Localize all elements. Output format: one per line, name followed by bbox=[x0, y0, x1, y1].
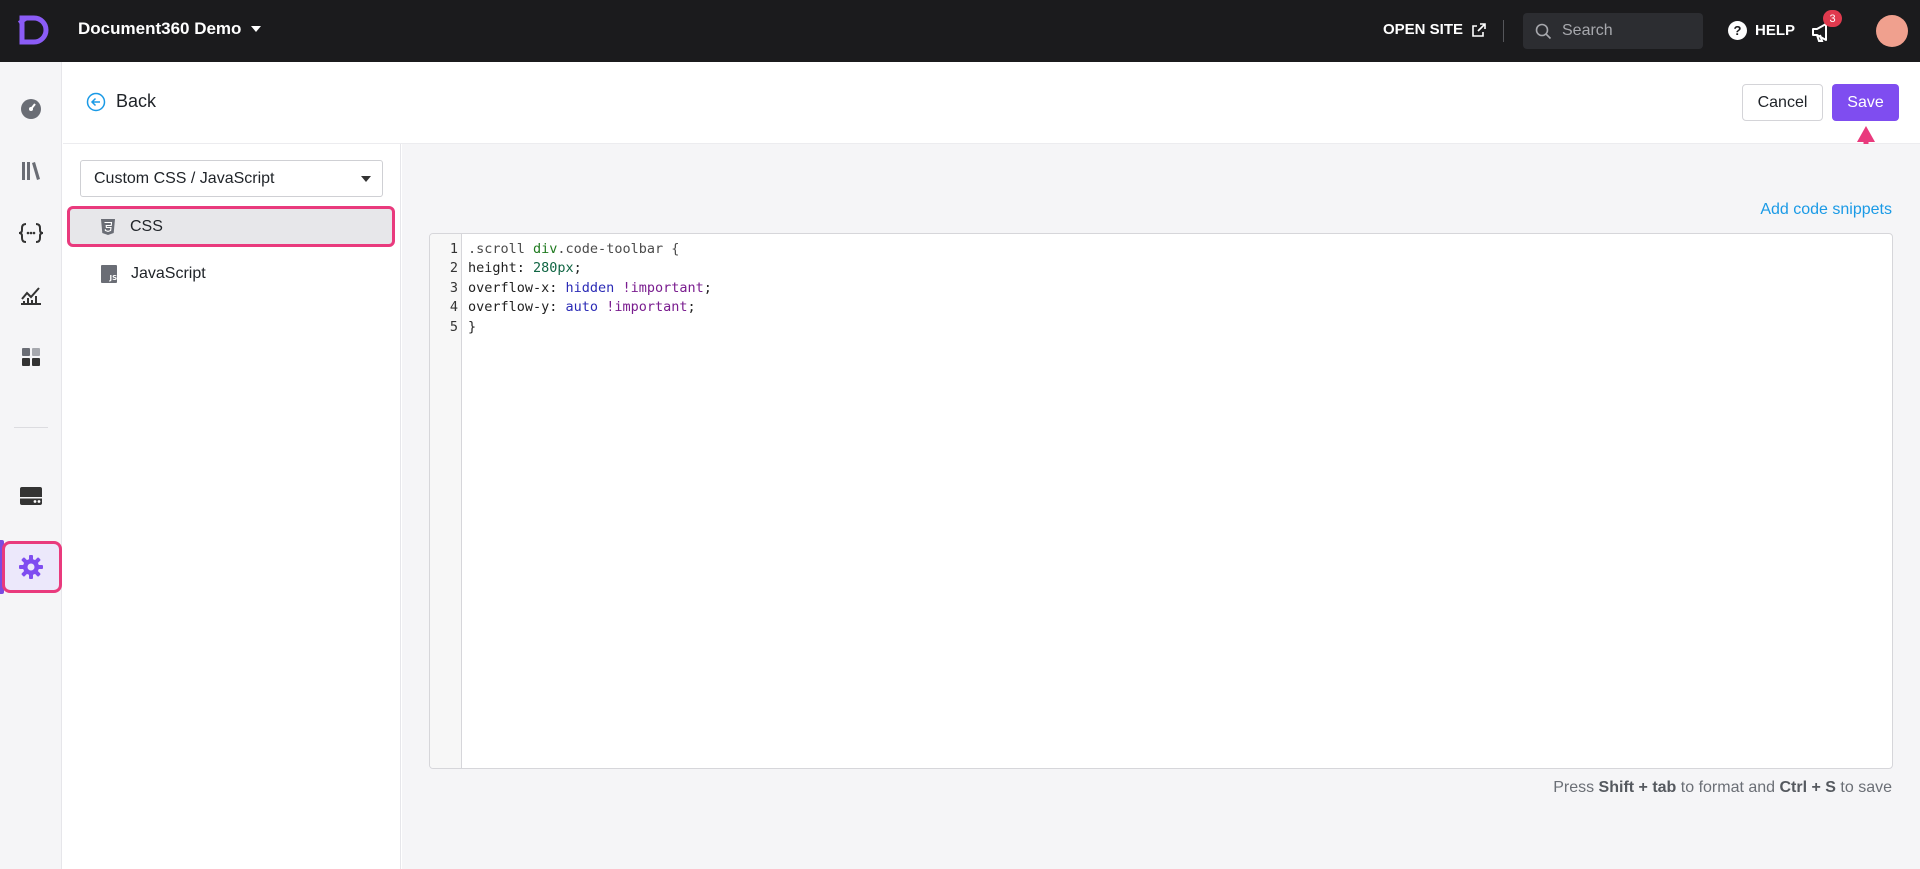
settings-subnav: Custom CSS / JavaScript CSS JS JavaScrip… bbox=[63, 144, 401, 869]
line-number: 3 bbox=[449, 279, 458, 296]
search-icon bbox=[1535, 23, 1552, 39]
subnav-item-css[interactable]: CSS bbox=[67, 206, 395, 247]
line-number: 2 bbox=[449, 260, 458, 276]
code-token: 280px bbox=[533, 260, 574, 276]
code-token: .code-toolbar { bbox=[557, 240, 680, 257]
svg-text:JS: JS bbox=[109, 274, 118, 282]
back-arrow-icon bbox=[86, 92, 106, 111]
rail-item-documentation[interactable] bbox=[11, 151, 51, 191]
left-rail bbox=[0, 62, 62, 869]
rail-item-api-docs[interactable] bbox=[11, 213, 51, 253]
line-number: 4 bbox=[449, 299, 458, 315]
cancel-button[interactable]: Cancel bbox=[1742, 84, 1823, 121]
project-switcher[interactable]: Document360 Demo bbox=[78, 19, 262, 39]
open-site-label: OPEN SITE bbox=[1383, 21, 1464, 38]
help-button[interactable]: ? HELP bbox=[1728, 21, 1795, 40]
rail-item-dashboard[interactable] bbox=[11, 89, 51, 129]
project-name: Document360 Demo bbox=[78, 19, 242, 38]
section-dropdown[interactable]: Custom CSS / JavaScript bbox=[80, 160, 383, 197]
code-line[interactable]: 5} bbox=[430, 315, 1890, 338]
code-token: hidden bbox=[565, 279, 615, 296]
hint-save-shortcut: Ctrl + S bbox=[1779, 779, 1836, 796]
subnav-item-javascript[interactable]: JS JavaScript bbox=[70, 255, 392, 293]
line-number: 1 bbox=[449, 240, 458, 257]
code-token: div bbox=[533, 240, 558, 257]
code-token: .scroll bbox=[468, 240, 534, 257]
open-site-link[interactable]: OPEN SITE bbox=[1383, 21, 1487, 38]
code-token: } bbox=[468, 318, 477, 335]
code-token: overflow-y: bbox=[468, 299, 566, 315]
code-token: ; bbox=[703, 279, 712, 296]
rail-divider bbox=[14, 427, 48, 428]
back-label: Back bbox=[116, 91, 157, 111]
search-box[interactable] bbox=[1523, 13, 1703, 49]
rail-item-drive[interactable] bbox=[11, 476, 51, 516]
code-editor[interactable]: 1 .scroll div.code-toolbar { 2 height: 280p… bbox=[429, 233, 1893, 769]
top-bar: Document360 Demo OPEN SITE ? HELP 3 bbox=[0, 0, 1920, 62]
chevron-down-icon bbox=[361, 176, 371, 182]
notification-badge: 3 bbox=[1823, 10, 1842, 27]
divider bbox=[1503, 20, 1504, 42]
subnav-item-label: JavaScript bbox=[131, 265, 206, 282]
dashboard-icon bbox=[21, 99, 41, 119]
hint-format-shortcut: Shift + tab bbox=[1598, 779, 1677, 796]
document360-logo-icon[interactable] bbox=[16, 14, 50, 48]
js-file-icon: JS bbox=[101, 265, 117, 283]
api-docs-icon bbox=[18, 223, 44, 243]
line-number: 5 bbox=[449, 318, 458, 335]
avatar[interactable] bbox=[1876, 15, 1908, 47]
analytics-icon bbox=[21, 287, 41, 305]
add-code-snippets-link[interactable]: Add code snippets bbox=[1760, 201, 1892, 219]
hint-middle: to format and bbox=[1676, 779, 1780, 796]
code-text: } bbox=[468, 319, 476, 335]
chevron-down-icon bbox=[251, 26, 262, 32]
hint-prefix: Press bbox=[1553, 779, 1599, 796]
rail-item-settings-icon-wrap[interactable] bbox=[11, 547, 51, 587]
external-link-icon bbox=[1472, 22, 1486, 37]
drive-icon bbox=[20, 487, 42, 505]
hint-suffix: to save bbox=[1835, 779, 1892, 796]
code-token: ; bbox=[687, 299, 696, 315]
main-content: Add code snippets 1 .scroll div.code-tool… bbox=[402, 144, 1920, 869]
help-icon: ? bbox=[1728, 21, 1747, 40]
css3-icon bbox=[101, 218, 115, 235]
code-text: overflow-x: hidden !important; bbox=[468, 280, 712, 296]
back-link[interactable]: Back bbox=[86, 91, 156, 112]
page-header: Back Cancel Save bbox=[63, 62, 1920, 144]
code-token: !important bbox=[606, 299, 688, 315]
save-button[interactable]: Save bbox=[1832, 84, 1899, 121]
section-dropdown-value: Custom CSS / JavaScript bbox=[94, 169, 275, 187]
code-text: .scroll div.code-toolbar { bbox=[468, 241, 679, 257]
documentation-icon bbox=[22, 162, 40, 180]
rail-item-analytics[interactable] bbox=[11, 275, 51, 315]
help-label: HELP bbox=[1755, 22, 1796, 39]
apps-icon bbox=[22, 348, 40, 366]
code-token: auto bbox=[565, 299, 599, 315]
keyboard-hint: Press Shift + tab to format and Ctrl + S… bbox=[1553, 779, 1892, 797]
code-token: height: bbox=[468, 260, 534, 276]
code-token: !important bbox=[622, 279, 704, 296]
code-token: overflow-x: bbox=[468, 279, 566, 296]
code-text: overflow-y: auto !important; bbox=[468, 299, 696, 315]
subnav-item-label: CSS bbox=[130, 217, 163, 235]
code-text: height: 280px; bbox=[468, 260, 582, 276]
search-input[interactable] bbox=[1562, 22, 1682, 40]
code-token: ; bbox=[573, 260, 582, 276]
settings-icon bbox=[19, 555, 43, 579]
rail-item-apps[interactable] bbox=[11, 337, 51, 377]
